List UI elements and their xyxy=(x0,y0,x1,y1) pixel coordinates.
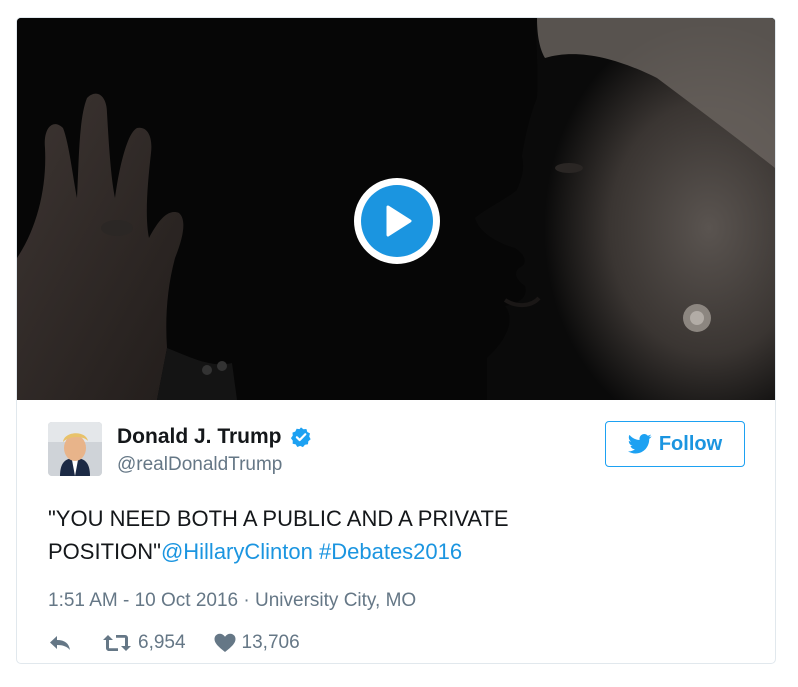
display-name[interactable]: Donald J. Trump xyxy=(117,425,282,449)
play-icon xyxy=(386,205,412,237)
play-button[interactable] xyxy=(354,178,440,264)
like-count: 13,706 xyxy=(241,632,300,653)
follow-label: Follow xyxy=(658,432,723,455)
display-name-row: Donald J. Trump xyxy=(117,422,312,452)
retweet-count: 6,954 xyxy=(138,632,186,653)
tweet-body: Donald J. Trump @realDonaldTrump Follow … xyxy=(17,400,775,663)
verified-badge-icon xyxy=(290,427,311,448)
author-block: Donald J. Trump @realDonaldTrump xyxy=(117,422,312,476)
mention-link[interactable]: @HillaryClinton xyxy=(161,539,313,564)
retweet-button[interactable]: 6,954 xyxy=(102,632,186,654)
screen-name[interactable]: @realDonaldTrump xyxy=(117,454,312,476)
heart-icon xyxy=(214,633,236,652)
location-link[interactable]: University City, MO xyxy=(255,590,416,611)
avatar[interactable] xyxy=(48,422,102,476)
timestamp-link[interactable]: 1:51 AM - 10 Oct 2016 xyxy=(48,590,238,611)
reply-button[interactable] xyxy=(48,634,72,652)
like-button[interactable]: 13,706 xyxy=(214,632,300,654)
reply-icon xyxy=(50,636,70,650)
play-button-circle xyxy=(361,185,433,257)
avatar-image xyxy=(48,422,102,476)
twitter-bird-icon xyxy=(627,434,652,454)
tweet-text: "YOU NEED BOTH A PUBLIC AND A PRIVATE PO… xyxy=(48,502,738,568)
meta-separator: · xyxy=(243,590,250,611)
tweet-meta: 1:51 AM - 10 Oct 2016 · University City,… xyxy=(48,590,416,612)
tweet-actions: 6,954 13,706 xyxy=(48,630,300,656)
retweet-icon xyxy=(103,635,131,651)
follow-button[interactable]: Follow xyxy=(605,421,745,467)
hashtag-link[interactable]: #Debates2016 xyxy=(319,539,462,564)
video-player[interactable] xyxy=(17,18,775,400)
embedded-tweet-card: Donald J. Trump @realDonaldTrump Follow … xyxy=(16,17,776,664)
